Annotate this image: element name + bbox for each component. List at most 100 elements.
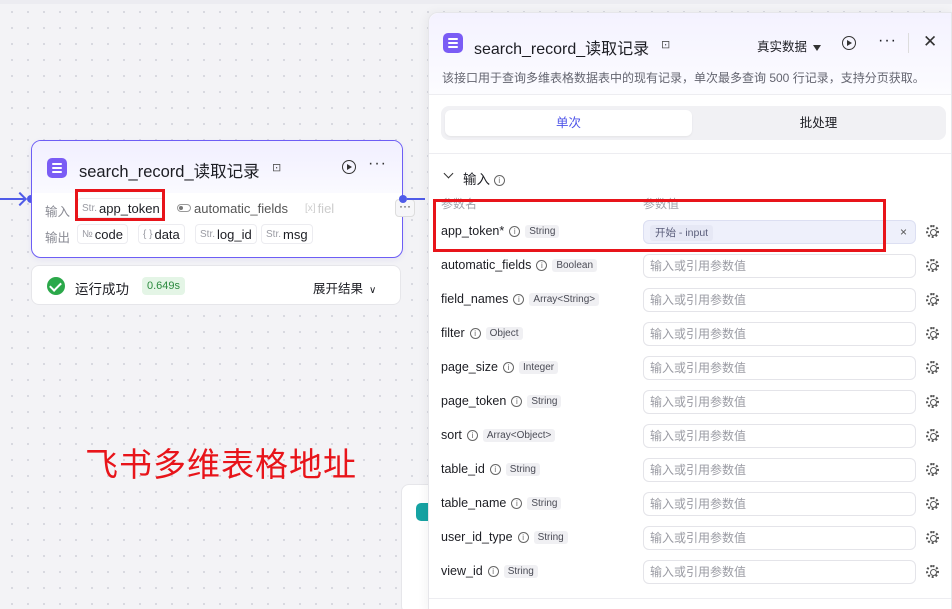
gear-icon[interactable] — [926, 259, 939, 272]
param-name: table_id i String — [441, 462, 540, 476]
panel-description: 该接口用于查询多维表格数据表中的现有记录，单次最多查询 500 行记录，支持分页… — [442, 71, 925, 85]
outgoing-edge — [407, 198, 425, 200]
node-title: search_record_读取记录 — [79, 163, 260, 181]
param-name: user_id_type i String — [441, 530, 568, 544]
param-name: view_id i String — [441, 564, 538, 578]
param-value-input[interactable]: 输入或引用参数值 — [643, 356, 916, 380]
info-icon: i — [536, 259, 548, 271]
node-input-label: 输入 — [45, 205, 71, 219]
section-title[interactable]: 输入 i — [463, 168, 505, 188]
output-chip-data: { } data — [138, 224, 185, 244]
param-type-badge: String — [527, 394, 562, 408]
panel-title: search_record_读取记录 — [474, 41, 650, 58]
param-row: table_name i String 输入或引用参数值 — [429, 487, 951, 521]
param-row: filter i Object 输入或引用参数值 — [429, 317, 951, 351]
gear-icon[interactable] — [926, 565, 939, 578]
param-name: app_token* i String — [441, 224, 560, 238]
param-name: table_name i String — [441, 496, 562, 510]
param-row: view_id i String 输入或引用参数值 — [429, 555, 951, 589]
param-row: user_id_type i String 输入或引用参数值 — [429, 521, 951, 555]
column-header-value: 参数值 — [643, 197, 680, 211]
param-type-badge: String — [525, 224, 560, 238]
plugin-node[interactable]: search_record_读取记录 ⊡ ··· 输入 Str. app_toke… — [31, 140, 415, 258]
table-plugin-icon — [47, 158, 67, 178]
gear-icon[interactable] — [926, 293, 939, 306]
param-value-input[interactable]: 输入或引用参数值 — [643, 560, 916, 584]
param-value-input[interactable]: 输入或引用参数值 — [643, 492, 916, 516]
check-circle-icon — [47, 277, 65, 295]
gear-icon[interactable] — [926, 463, 939, 476]
output-chip-msg: Str. msg — [261, 224, 313, 244]
incoming-edge — [0, 198, 24, 200]
param-name: page_size i Integer — [441, 360, 559, 374]
top-bar — [0, 0, 952, 4]
gear-icon[interactable] — [926, 225, 939, 238]
gear-icon[interactable] — [926, 395, 939, 408]
param-row: sort i Array<Object> 输入或引用参数值 — [429, 419, 951, 453]
caret-down-icon — [813, 44, 822, 51]
gear-icon[interactable] — [926, 531, 939, 544]
gear-icon[interactable] — [926, 497, 939, 510]
info-icon: i — [511, 497, 523, 509]
input-chip-fiel: [x] fiel — [305, 200, 335, 216]
info-icon: i — [513, 293, 525, 305]
param-value-input[interactable]: 输入或引用参数值 — [643, 458, 916, 482]
param-type-badge: Array<String> — [529, 292, 600, 306]
gear-icon[interactable] — [926, 327, 939, 340]
param-value-input[interactable]: 输入或引用参数值 — [643, 526, 916, 550]
param-type-badge: String — [503, 564, 538, 578]
data-mode-select[interactable]: 真实数据 — [757, 36, 822, 55]
param-type-badge: Object — [485, 326, 523, 340]
divider — [429, 598, 951, 599]
gear-icon[interactable] — [926, 429, 939, 442]
param-row: page_size i Integer 输入或引用参数值 — [429, 351, 951, 385]
close-icon[interactable]: ✕ — [923, 32, 937, 52]
more-icon[interactable]: ··· — [878, 32, 897, 50]
info-icon: i — [511, 395, 523, 407]
chevron-down-icon[interactable] — [443, 168, 454, 179]
param-value-input[interactable]: 输入或引用参数值 — [643, 254, 916, 278]
run-icon[interactable] — [342, 160, 356, 174]
param-value-input[interactable]: 输入或引用参数值 — [643, 424, 916, 448]
param-type-badge: String — [527, 496, 562, 510]
tab-batch[interactable]: 批处理 — [695, 110, 942, 136]
param-name: sort i Array<Object> — [441, 428, 556, 442]
param-row: app_token* i String 开始 - input × — [429, 215, 951, 249]
output-port[interactable] — [399, 195, 407, 203]
info-icon: i — [503, 361, 514, 373]
param-row: field_names i Array<String> 输入或引用参数值 — [429, 283, 951, 317]
info-icon: i — [489, 463, 501, 475]
param-name: field_names i Array<String> — [441, 292, 600, 306]
input-chip-automatic-fields: automatic_fields — [177, 198, 288, 218]
run-icon[interactable] — [842, 36, 856, 50]
param-row: table_id i String 输入或引用参数值 — [429, 453, 951, 487]
edit-icon[interactable]: ⊡ — [272, 161, 281, 174]
column-header-name: 参数名 — [441, 197, 478, 211]
gear-icon[interactable] — [926, 361, 939, 374]
param-type-badge: String — [533, 530, 568, 544]
info-icon: i — [469, 327, 481, 339]
param-row: automatic_fields i Boolean 输入或引用参数值 — [429, 249, 951, 283]
mode-tabs: 单次 批处理 — [441, 106, 946, 140]
info-icon: i — [493, 174, 505, 186]
input-chip-app-token: Str. app_token — [77, 198, 165, 218]
param-type-badge: Boolean — [552, 258, 598, 272]
param-reference-field[interactable]: 开始 - input × — [643, 220, 916, 244]
param-value-input[interactable]: 输入或引用参数值 — [643, 390, 916, 414]
info-icon: i — [487, 565, 499, 577]
param-value-input[interactable]: 输入或引用参数值 — [643, 322, 916, 346]
info-icon: i — [509, 225, 521, 237]
divider — [429, 153, 951, 154]
param-type-badge: Integer — [519, 360, 559, 374]
tab-single[interactable]: 单次 — [445, 110, 692, 136]
more-icon[interactable]: ··· — [368, 155, 387, 173]
param-name: filter i Object — [441, 326, 523, 340]
edit-icon[interactable]: ⊡ — [661, 38, 670, 51]
param-value-input[interactable]: 输入或引用参数值 — [643, 288, 916, 312]
status-text: 运行成功 — [75, 282, 129, 297]
expand-results-button[interactable]: 展开结果 ∨ — [313, 278, 376, 297]
info-icon: i — [466, 429, 478, 441]
clear-icon[interactable]: × — [900, 221, 907, 243]
duration-badge: 0.649s — [142, 277, 186, 295]
boolean-icon — [177, 204, 191, 212]
